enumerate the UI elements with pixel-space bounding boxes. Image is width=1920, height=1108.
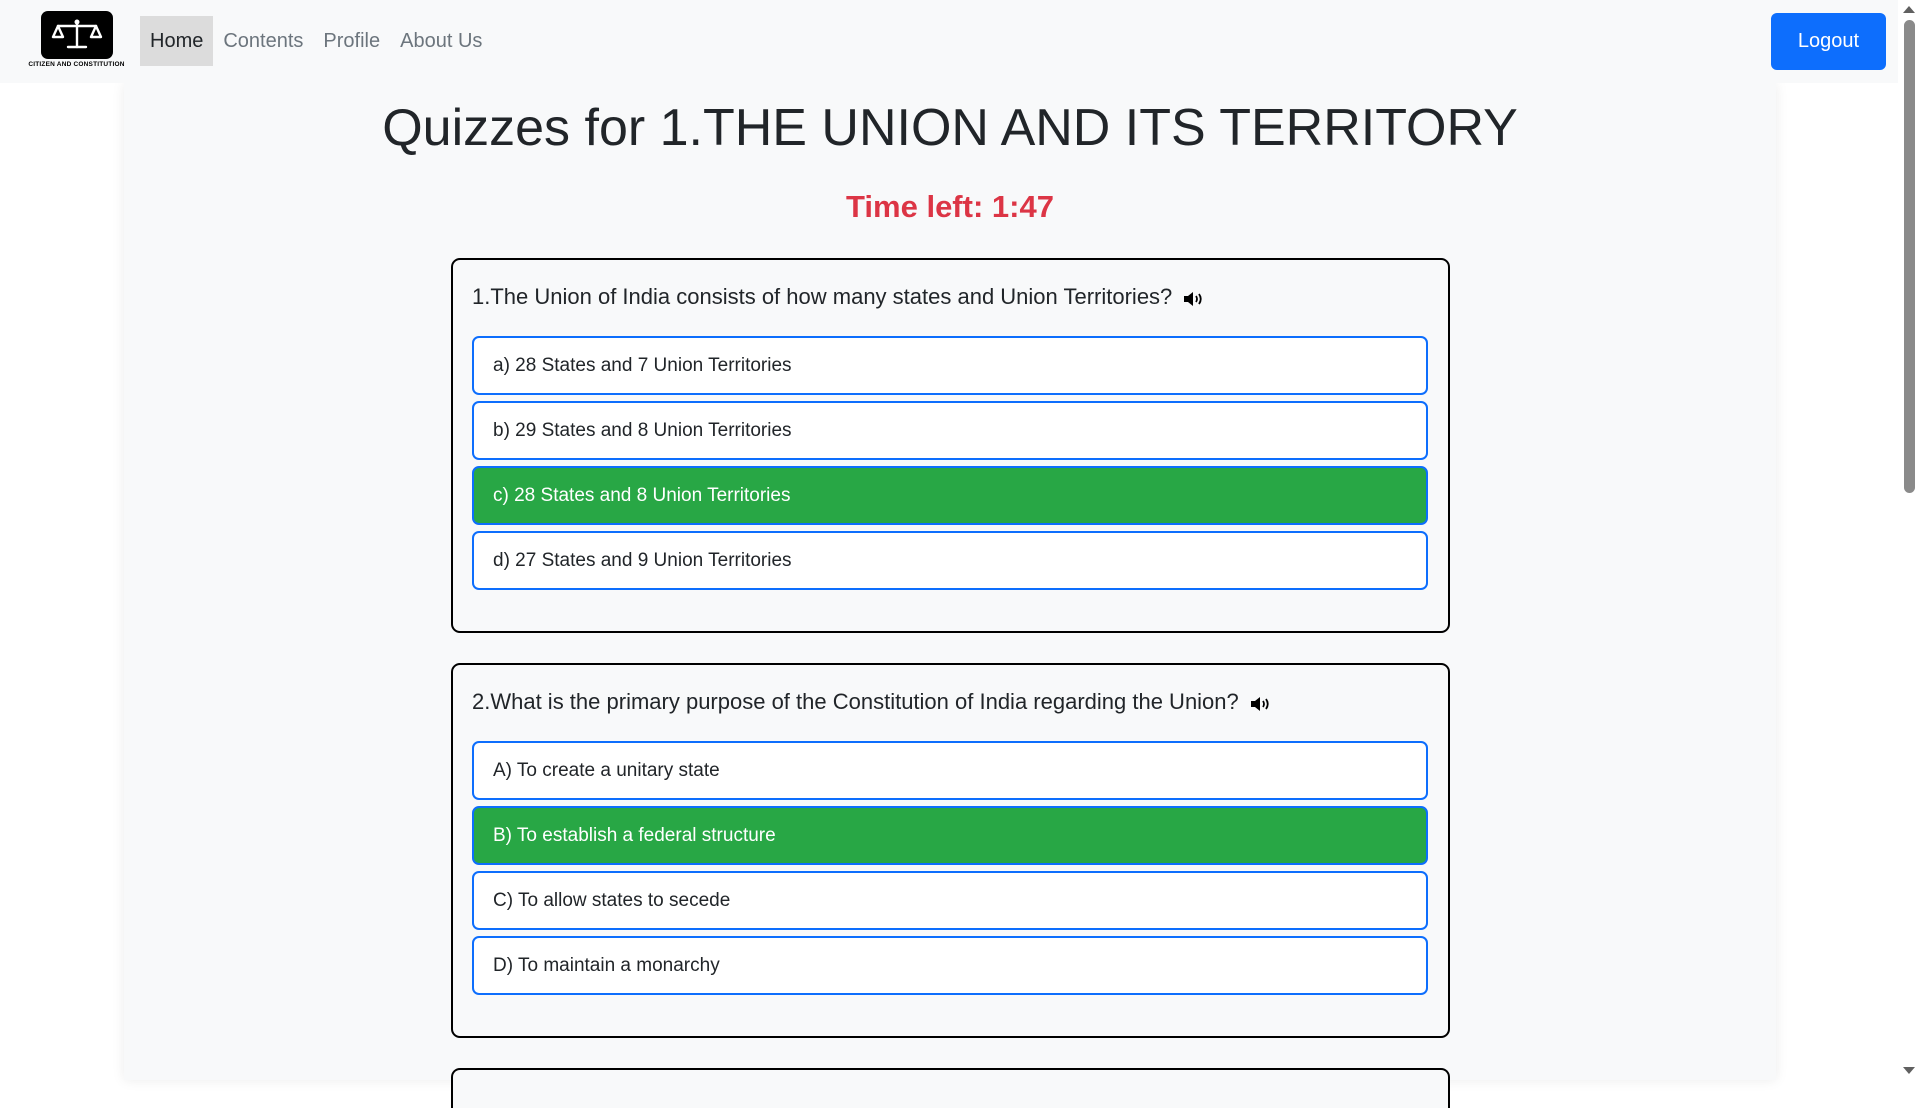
- navbar: CITIZEN AND CONSTITUTION Home Contents P…: [0, 0, 1898, 83]
- speaker-icon[interactable]: [1182, 290, 1204, 308]
- answer-option-selected[interactable]: c) 28 States and 8 Union Territories: [472, 466, 1428, 525]
- scrollbar-thumb[interactable]: [1904, 20, 1915, 493]
- question-card: [451, 1068, 1450, 1108]
- nav-item-contents[interactable]: Contents: [213, 16, 313, 66]
- scales-of-justice-icon: [40, 11, 113, 59]
- nav-item-profile[interactable]: Profile: [313, 16, 390, 66]
- answer-option[interactable]: a) 28 States and 7 Union Territories: [472, 336, 1428, 395]
- brand-caption: CITIZEN AND CONSTITUTION: [28, 61, 125, 68]
- answer-option[interactable]: A) To create a unitary state: [472, 741, 1428, 800]
- answer-option[interactable]: d) 27 States and 9 Union Territories: [472, 531, 1428, 590]
- brand-logo[interactable]: CITIZEN AND CONSTITUTION: [20, 11, 133, 69]
- question-text: 1.The Union of India consists of how man…: [472, 284, 1204, 310]
- quiz-container: Quizzes for 1.THE UNION AND ITS TERRITOR…: [124, 83, 1776, 1108]
- question-label: 2.What is the primary purpose of the Con…: [472, 689, 1239, 714]
- answer-option[interactable]: D) To maintain a monarchy: [472, 936, 1428, 995]
- nav-item-about-us[interactable]: About Us: [390, 16, 492, 66]
- question-label: 1.The Union of India consists of how man…: [472, 284, 1173, 309]
- scroll-down-arrow-icon[interactable]: [1903, 1067, 1915, 1074]
- page-title: Quizzes for 1.THE UNION AND ITS TERRITOR…: [382, 99, 1518, 157]
- answer-option[interactable]: C) To allow states to secede: [472, 871, 1428, 930]
- speaker-icon[interactable]: [1249, 695, 1271, 713]
- question-card: 1.The Union of India consists of how man…: [451, 258, 1450, 633]
- logout-button[interactable]: Logout: [1771, 13, 1886, 70]
- answer-option-selected[interactable]: B) To establish a federal structure: [472, 806, 1428, 865]
- nav-links: Home Contents Profile About Us: [140, 16, 492, 66]
- nav-item-home[interactable]: Home: [140, 16, 214, 66]
- answer-option[interactable]: b) 29 States and 8 Union Territories: [472, 401, 1428, 460]
- question-text: 2.What is the primary purpose of the Con…: [472, 689, 1271, 715]
- question-card: 2.What is the primary purpose of the Con…: [451, 663, 1450, 1038]
- timer: Time left: 1:47: [846, 189, 1054, 224]
- page-scrollbar[interactable]: [1898, 0, 1920, 1080]
- scroll-up-arrow-icon[interactable]: [1903, 6, 1915, 13]
